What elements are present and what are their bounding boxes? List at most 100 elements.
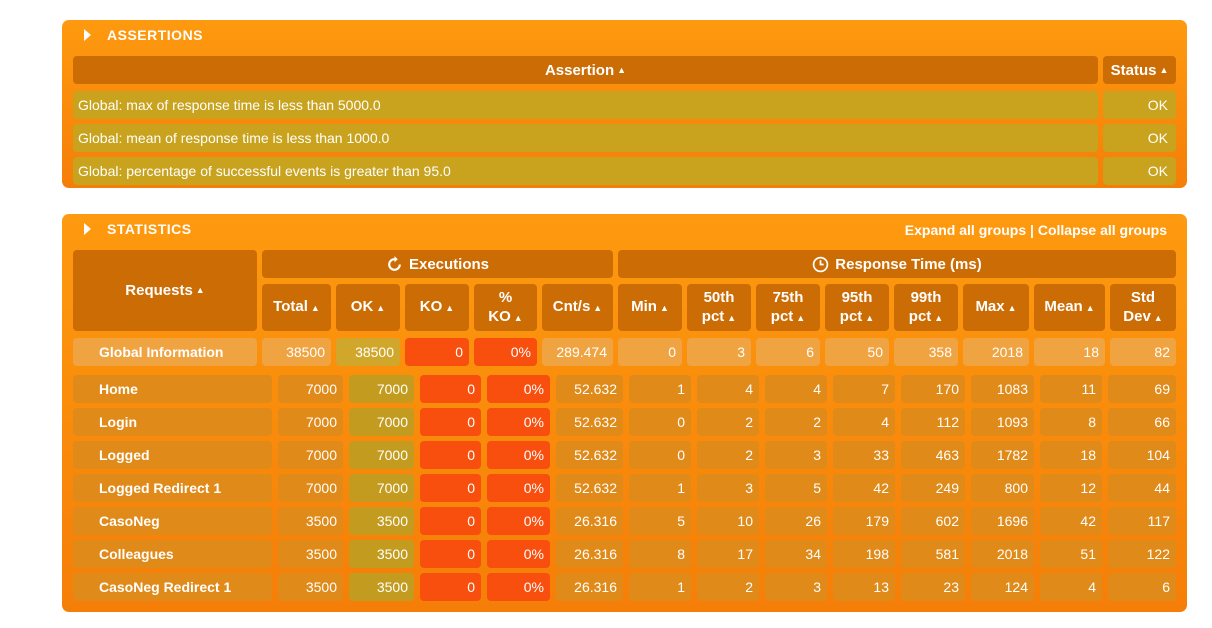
request-cell: 6 [1108, 573, 1176, 601]
expand-triangle-icon [84, 29, 91, 41]
global-cell: 358 [894, 338, 958, 366]
column-header-min[interactable]: MinMin▲︎ [618, 284, 682, 331]
request-cell: 7000 [278, 441, 343, 469]
request-cell: 1093 [971, 408, 1034, 436]
request-cell: 8 [1040, 408, 1102, 436]
request-cell: 0 [629, 408, 691, 436]
request-cell: 0% [487, 573, 550, 601]
column-header-75th-pct[interactable]: 75th pct75thpct▲︎ [756, 284, 820, 331]
clock-icon [813, 256, 829, 272]
request-cell: 7000 [278, 375, 343, 403]
request-cell: 0 [420, 474, 481, 502]
column-header-text: OK ▲︎ [350, 298, 386, 315]
request-cell: 0 [629, 441, 691, 469]
sort-icon: ▲︎ [513, 312, 523, 323]
request-row-name[interactable]: Logged [73, 441, 272, 469]
request-cell: 26.316 [556, 573, 623, 601]
global-cell: 289.474 [542, 338, 613, 366]
sort-icon: ▲︎ [934, 312, 944, 323]
request-row-name[interactable]: Logged Redirect 1 [73, 474, 272, 502]
column-header-ok[interactable]: OKOK▲︎ [336, 284, 400, 331]
column-header-total[interactable]: TotalTotal▲︎ [262, 284, 331, 331]
column-header-mean[interactable]: MeanMean▲︎ [1034, 284, 1105, 331]
request-cell: 602 [901, 507, 965, 535]
collapse-all-link[interactable]: Collapse all groups [1038, 222, 1167, 238]
assertion-header-label: Assertion [544, 61, 615, 79]
statistics-title: STATISTICS [107, 221, 192, 237]
sort-icon: ▲︎ [1153, 312, 1163, 323]
column-header-50th-pct[interactable]: 50th pct50thpct▲︎ [687, 284, 751, 331]
request-cell: 10 [697, 507, 759, 535]
sort-icon: ▲︎ [310, 303, 320, 313]
assertions-panel: ASSERTIONS Assertion ▲︎ Status ▲︎ Global: … [62, 20, 1187, 188]
request-row-name[interactable]: Login [73, 408, 272, 436]
request-cell: 7000 [278, 474, 343, 502]
request-cell: 4 [765, 375, 827, 403]
request-cell: 3 [697, 474, 759, 502]
column-header-max[interactable]: MaxMax▲︎ [963, 284, 1029, 331]
request-cell: 8 [629, 540, 691, 568]
request-cell: 42 [1040, 507, 1102, 535]
request-cell: 3 [765, 441, 827, 469]
request-cell: 198 [833, 540, 895, 568]
request-cell: 0 [420, 408, 481, 436]
request-cell: 4 [833, 408, 895, 436]
request-cell: 1782 [971, 441, 1034, 469]
request-cell: 2 [697, 441, 759, 469]
request-cell: 3500 [278, 573, 343, 601]
request-cell: 3500 [349, 507, 414, 535]
request-row-name[interactable]: CasoNeg [73, 507, 272, 535]
status-column-header[interactable]: Status ▲︎ [1103, 56, 1176, 84]
statistics-panel: STATISTICS Expand all groups | Collapse … [62, 214, 1187, 612]
column-header-text: Mean ▲︎ [1044, 298, 1095, 315]
request-cell: 122 [1108, 540, 1176, 568]
global-information-row[interactable]: Global Information [73, 338, 257, 366]
response-time-label: Response Time (ms) [835, 255, 982, 273]
assertion-text: Global: mean of response time is less th… [73, 124, 1098, 152]
request-cell: 7000 [349, 441, 414, 469]
request-cell: 4 [1040, 573, 1102, 601]
request-cell: 104 [1108, 441, 1176, 469]
request-cell: 26 [765, 507, 827, 535]
request-cell: 52.632 [556, 375, 623, 403]
expand-all-link[interactable]: Expand all groups [905, 222, 1026, 238]
column-header-text: KO ▲︎ [419, 298, 455, 315]
column-header-std-dev[interactable]: Std DevStdDev▲︎ [1110, 284, 1176, 331]
column-header-99th-pct[interactable]: 99th pct99thpct▲︎ [894, 284, 958, 331]
requests-header-label: Requests [125, 282, 193, 299]
statistics-toggle[interactable]: STATISTICS [84, 221, 192, 237]
request-cell: 112 [901, 408, 965, 436]
assertion-status: OK [1103, 124, 1176, 152]
sort-icon: ▲︎ [1085, 303, 1095, 313]
expand-triangle-icon [84, 223, 91, 235]
requests-column-header[interactable]: Requests ▲ [73, 250, 257, 331]
request-cell: 1083 [971, 375, 1034, 403]
global-cell: 38500 [262, 338, 331, 366]
sort-icon: ▲︎ [445, 303, 455, 313]
assertion-text: Global: max of response time is less tha… [73, 91, 1098, 119]
request-cell: 3500 [349, 573, 414, 601]
column-header-cnt-s[interactable]: Cnt/sCnt/s▲︎ [542, 284, 613, 331]
request-cell: 7000 [349, 408, 414, 436]
request-row-name[interactable]: Colleagues [73, 540, 272, 568]
request-row-name[interactable]: CasoNeg Redirect 1 [73, 573, 272, 601]
request-row-name[interactable]: Home [73, 375, 272, 403]
column-header-ko[interactable]: KOKO▲︎ [405, 284, 469, 331]
refresh-icon [388, 255, 401, 271]
column-header--ko[interactable]: % KO%KO▲︎ [474, 284, 537, 331]
assertion-column-header[interactable]: Assertion ▲︎ [73, 56, 1098, 84]
request-cell: 7000 [278, 408, 343, 436]
request-cell: 0% [487, 408, 550, 436]
link-separator: | [1030, 222, 1034, 238]
request-cell: 0 [420, 441, 481, 469]
request-cell: 0% [487, 540, 550, 568]
assertions-toggle[interactable]: ASSERTIONS [84, 27, 203, 43]
request-cell: 2018 [971, 540, 1034, 568]
request-cell: 581 [901, 540, 965, 568]
request-cell: 1696 [971, 507, 1034, 535]
column-header-95th-pct[interactable]: 95th pct95thpct▲︎ [825, 284, 889, 331]
executions-group-header: Executions [262, 250, 613, 278]
request-cell: 800 [971, 474, 1034, 502]
global-cell: 3 [687, 338, 751, 366]
column-header-text: Cnt/s ▲︎ [552, 298, 603, 315]
